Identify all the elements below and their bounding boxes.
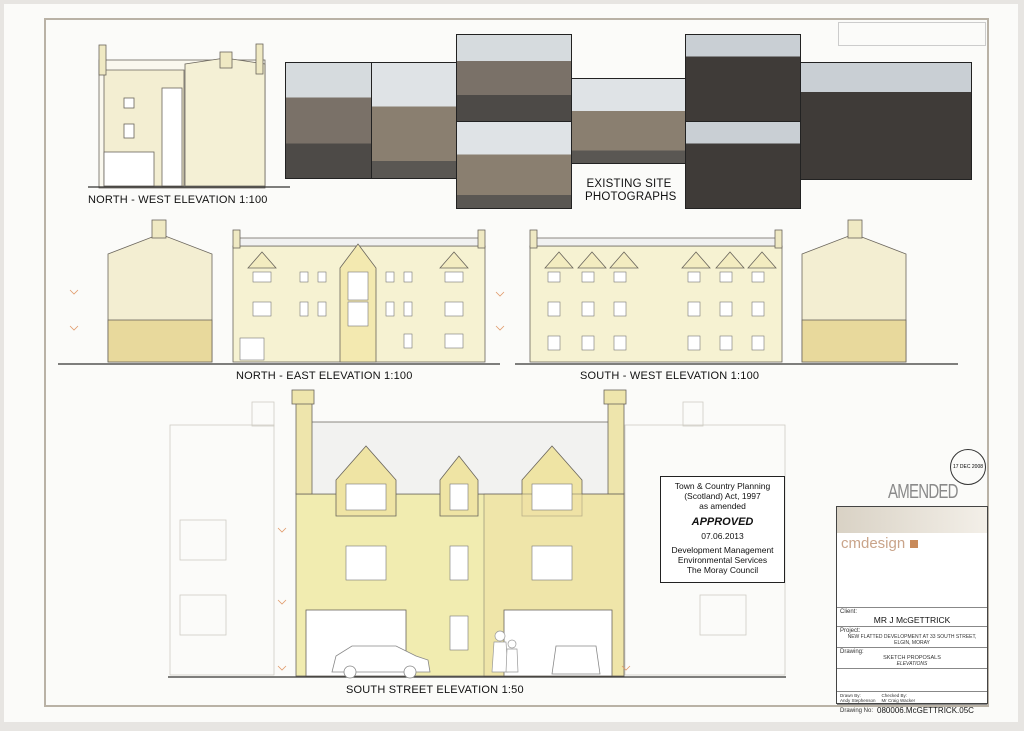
client-name: MR J McGETTRICK (873, 615, 951, 625)
approval-amended: as amended (699, 501, 746, 511)
drawing-subtitle: ELEVATIONS (896, 661, 928, 667)
south-street-elevation-label: SOUTH STREET ELEVATION 1:50 (346, 684, 524, 696)
site-photo-8 (800, 62, 972, 180)
north-west-elevation (88, 43, 290, 189)
approval-council: The Moray Council (686, 565, 759, 575)
photos-title: EXISTING SITE PHOTOGRAPHS (585, 178, 677, 204)
drawing-number-row: Drawing No: 080006.McGETTRICK.05C (837, 704, 987, 716)
drawing-number: 080006.McGETTRICK.05C (877, 706, 974, 715)
firm-panel: cmdesign (837, 533, 987, 607)
drawn-by: Drawn By: Andy Stephenson (840, 693, 876, 703)
site-photo-7 (685, 121, 801, 209)
photos-title-line2: PHOTOGRAPHS (585, 191, 677, 203)
site-photo-3 (456, 34, 572, 122)
checked-by: Checked By: Mr Craig Wacker (882, 693, 916, 703)
approval-status: APPROVED (691, 516, 754, 528)
project-name: NEW FLATTED DEVELOPMENT AT 33 SOUTH STRE… (847, 634, 977, 646)
site-photo-1 (285, 62, 372, 179)
sw-elevation-label: SOUTH - WEST ELEVATION 1:100 (580, 370, 760, 382)
received-stamp: 17 DEC 2008 (950, 449, 986, 485)
approval-dept2: Environmental Services (677, 555, 768, 565)
revisions-row (837, 668, 987, 691)
ne-elevation-label: NORTH - EAST ELEVATION 1:100 (236, 370, 413, 382)
client-label: Client: (840, 609, 858, 615)
drawing-no-label: Drawing No: (840, 707, 874, 714)
approval-date: 07.06.2013 (701, 531, 744, 541)
north-east-elevation (58, 219, 500, 365)
photos-title-line1: EXISTING SITE (586, 178, 672, 190)
site-photo-4 (456, 121, 572, 209)
site-photo-6 (685, 34, 801, 122)
firm-logo-icon (909, 540, 918, 548)
drawn-name: Andy Stephenson (840, 698, 876, 703)
title-block-header (837, 507, 987, 533)
client-row: Client: MR J McGETTRICK (837, 607, 987, 626)
drawn-row: Drawn By: Andy Stephenson Checked By: Mr C… (837, 691, 987, 704)
approval-act-year: (Scotland) Act, 1997 (684, 491, 761, 501)
planning-approval-stamp: Town & Country Planning (Scotland) Act, … (660, 476, 785, 583)
south-west-elevation (515, 219, 958, 365)
checked-name: Mr Craig Wacker (881, 698, 916, 703)
firm-logo: cmdesign (841, 535, 906, 552)
drawing-label: Drawing: (840, 649, 864, 655)
approval-act: Town & Country Planning (674, 481, 771, 491)
site-photo-5 (571, 78, 687, 164)
title-block: cmdesign Client: MR J McGETTRICK Project… (836, 506, 988, 715)
project-row: Project: NEW FLATTED DEVELOPMENT AT 33 S… (837, 626, 987, 647)
site-photo-2 (371, 62, 457, 179)
drawing-row: Drawing: SKETCH PROPOSALS ELEVATIONS (837, 647, 987, 668)
approval-dept1: Development Management (671, 545, 774, 555)
nw-elevation-label: NORTH - WEST ELEVATION 1:100 (88, 194, 268, 206)
amended-stamp: AMENDED (888, 481, 959, 503)
